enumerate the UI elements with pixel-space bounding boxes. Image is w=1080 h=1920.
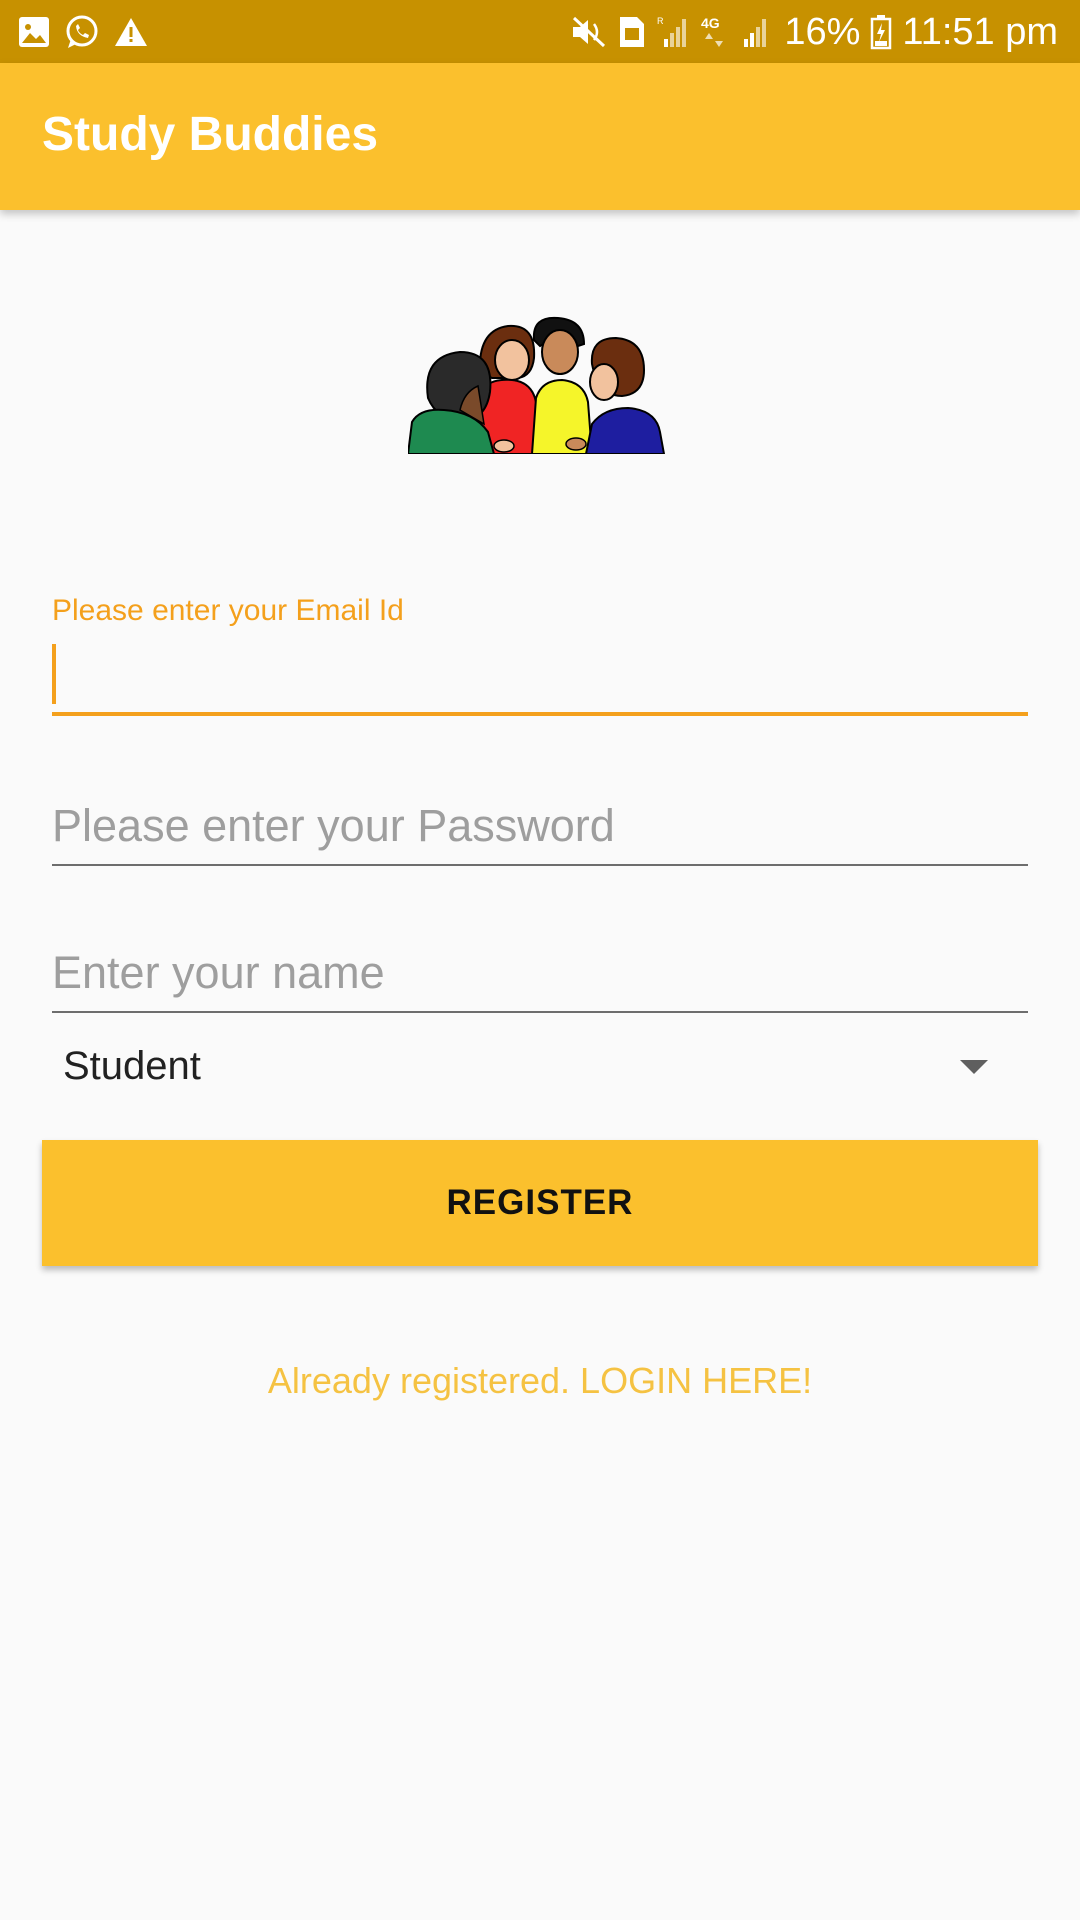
login-link[interactable]: Already registered. LOGIN HERE!	[0, 1360, 1080, 1402]
clock: 11:51 pm	[902, 10, 1058, 53]
svg-text:R: R	[657, 16, 664, 26]
battery-icon	[870, 14, 892, 50]
text-caret	[52, 644, 56, 704]
status-right-icons: R 4G 16% 11:51 pm	[570, 6, 1058, 58]
signal-icon: R	[656, 15, 690, 49]
gallery-icon	[18, 16, 50, 48]
role-select[interactable]: Student	[52, 1036, 1028, 1100]
app-title: Study Buddies	[42, 108, 379, 161]
network-4g-icon: 4G	[700, 15, 730, 49]
email-input[interactable]	[52, 644, 1028, 716]
password-input[interactable]: Please enter your Password	[52, 796, 1028, 866]
password-underline	[52, 864, 1028, 866]
battery-percent: 16%	[784, 10, 861, 53]
sim-icon	[618, 15, 646, 49]
study-group-illustration	[406, 312, 672, 455]
register-button-label: REGISTER	[446, 1183, 634, 1222]
password-placeholder: Please enter your Password	[52, 800, 615, 851]
password-field[interactable]: Please enter your Password	[52, 796, 1028, 866]
register-button[interactable]: REGISTER	[42, 1140, 1038, 1266]
whatsapp-icon	[64, 14, 100, 50]
signal-icon	[740, 15, 774, 49]
app-bar: Study Buddies	[0, 63, 1080, 210]
email-underline	[52, 712, 1028, 716]
mute-icon	[570, 15, 608, 49]
email-label: Please enter your Email Id	[52, 594, 404, 627]
dropdown-arrow-icon	[960, 1060, 988, 1074]
name-input[interactable]: Enter your name	[52, 943, 1028, 1013]
email-field[interactable]: Please enter your Email Id	[52, 594, 1028, 724]
warning-icon	[114, 17, 148, 47]
role-select-value: Student	[63, 1044, 201, 1088]
status-bar: R 4G 16% 11:51 pm	[0, 0, 1080, 63]
name-field[interactable]: Enter your name	[52, 943, 1028, 1013]
svg-text:4G: 4G	[701, 15, 720, 31]
name-underline	[52, 1011, 1028, 1013]
name-placeholder: Enter your name	[52, 947, 385, 998]
status-left-icons	[18, 12, 148, 52]
